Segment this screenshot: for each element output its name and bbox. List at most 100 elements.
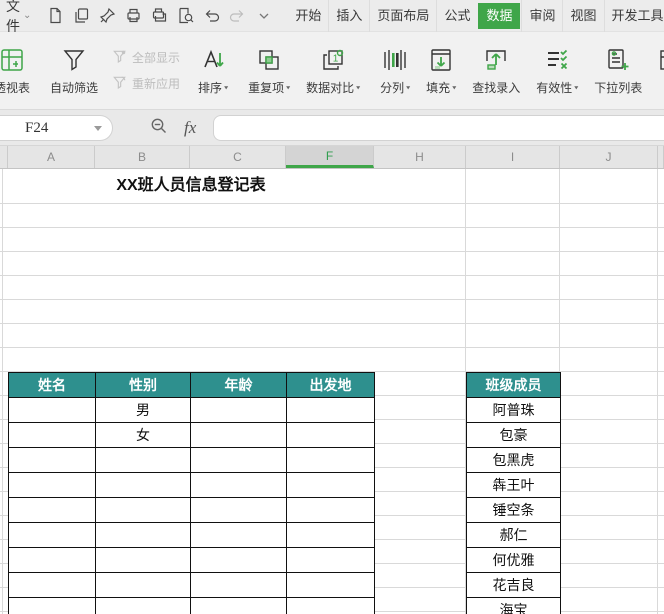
sheet-title-cell[interactable]: XX班人员信息登记表 <box>8 169 374 203</box>
cell[interactable] <box>286 572 375 598</box>
cell[interactable] <box>190 422 287 448</box>
tab-审阅[interactable]: 审阅 <box>521 0 562 32</box>
formula-input[interactable] <box>213 115 664 141</box>
cell[interactable] <box>95 472 191 498</box>
ribbon-button-下拉列表[interactable]: 下拉列表 <box>586 32 650 109</box>
cell[interactable] <box>95 597 191 614</box>
cell[interactable] <box>95 497 191 523</box>
header-cell[interactable]: 年龄 <box>190 372 287 398</box>
cell[interactable] <box>8 497 96 523</box>
ribbon-button-自动筛选[interactable]: 自动筛选 <box>42 32 106 109</box>
cell[interactable] <box>190 397 287 423</box>
cell[interactable] <box>8 397 96 423</box>
cell-name-box[interactable]: F24 <box>0 115 113 141</box>
cell[interactable] <box>286 397 375 423</box>
zoom-out-icon[interactable] <box>150 117 168 140</box>
v-gridline <box>657 169 658 614</box>
cell[interactable] <box>286 597 375 614</box>
tab-插入[interactable]: 插入 <box>328 0 369 32</box>
ribbon-button-重复项[interactable]: 重复项 ▾ <box>240 32 298 109</box>
ribbon-button-数据对比[interactable]: 1 数据对比 ▾ <box>298 32 368 109</box>
cell[interactable] <box>286 422 375 448</box>
roster-header-cell[interactable]: 班级成员 <box>466 372 561 398</box>
tab-页面布局[interactable]: 页面布局 <box>369 0 436 32</box>
cell[interactable] <box>95 547 191 573</box>
ribbon-button-重新应用[interactable]: 重新应用 <box>112 75 180 93</box>
cell[interactable] <box>95 447 191 473</box>
column-header-B[interactable]: B <box>95 146 190 168</box>
column-header-I[interactable]: I <box>466 146 560 168</box>
spreadsheet-grid: XX班人员信息登记表 姓名 性别 年龄 出发地男女 班级成员 阿普珠 包豪 包黑虎 犇王叶 锤空… <box>0 169 664 614</box>
cell[interactable] <box>286 497 375 523</box>
header-cell[interactable]: 出发地 <box>286 372 375 398</box>
cell[interactable]: 女 <box>95 422 191 448</box>
cell[interactable] <box>190 447 287 473</box>
cell[interactable] <box>8 422 96 448</box>
cell[interactable] <box>8 572 96 598</box>
roster-cell[interactable]: 海宝 <box>466 597 561 614</box>
cell[interactable] <box>286 547 375 573</box>
roster-cell[interactable]: 何优雅 <box>466 547 561 573</box>
ribbon-button-透视表[interactable]: 透视表 <box>0 32 38 109</box>
cell[interactable] <box>190 547 287 573</box>
cell[interactable]: 男 <box>95 397 191 423</box>
find-icon[interactable] <box>177 7 194 24</box>
v-gridline <box>2 169 3 614</box>
roster-cell[interactable]: 包黑虎 <box>466 447 561 473</box>
more-commands-icon[interactable] <box>255 7 272 24</box>
roster-cell[interactable]: 包豪 <box>466 422 561 448</box>
column-header-J[interactable]: J <box>560 146 658 168</box>
ribbon-button-分列[interactable]: 分列 ▾ <box>372 32 418 109</box>
roster-cell[interactable]: 花吉良 <box>466 572 561 598</box>
fx-icon[interactable]: fx <box>184 118 196 138</box>
cell[interactable] <box>8 472 96 498</box>
column-header-C[interactable]: C <box>190 146 286 168</box>
roster-cell[interactable]: 郝仁 <box>466 522 561 548</box>
cell[interactable] <box>8 547 96 573</box>
print-icon[interactable] <box>125 7 142 24</box>
new-file-icon[interactable] <box>47 7 64 24</box>
cell[interactable] <box>95 572 191 598</box>
cell[interactable] <box>190 472 287 498</box>
table-row: 女 <box>8 422 375 448</box>
header-cell[interactable]: 姓名 <box>8 372 96 398</box>
ribbon-button-合[interactable]: 合 <box>650 32 664 109</box>
pin-icon[interactable] <box>99 7 116 24</box>
column-header-A[interactable]: A <box>8 146 95 168</box>
cell[interactable] <box>8 597 96 614</box>
tab-视图[interactable]: 视图 <box>562 0 603 32</box>
undo-icon[interactable] <box>203 7 220 24</box>
table-row: 男 <box>8 397 375 423</box>
header-cell[interactable]: 性别 <box>95 372 191 398</box>
cell[interactable] <box>286 447 375 473</box>
tab-公式[interactable]: 公式 <box>436 0 477 32</box>
column-header-F[interactable]: F <box>286 146 374 168</box>
ribbon-button-查找录入[interactable]: 查找录入 <box>464 32 528 109</box>
cell[interactable] <box>190 597 287 614</box>
ribbon-button-label: 填充 <box>426 81 451 95</box>
roster-cell[interactable]: 阿普珠 <box>466 397 561 423</box>
cell[interactable] <box>8 447 96 473</box>
roster-cell[interactable]: 犇王叶 <box>466 472 561 498</box>
redo-icon[interactable] <box>229 7 246 24</box>
cell[interactable] <box>286 522 375 548</box>
tab-数据[interactable]: 数据 <box>478 2 521 29</box>
print-preview-icon[interactable] <box>151 7 168 24</box>
tab-开发工具[interactable]: 开发工具 <box>603 0 664 32</box>
cell[interactable] <box>8 522 96 548</box>
tab-开始[interactable]: 开始 <box>288 0 328 32</box>
cell[interactable] <box>190 522 287 548</box>
ribbon-button-有效性[interactable]: 有效性 ▾ <box>528 32 586 109</box>
cell[interactable] <box>190 572 287 598</box>
name-box-dropdown-icon[interactable] <box>94 126 102 131</box>
roster-cell[interactable]: 锤空条 <box>466 497 561 523</box>
column-header-H[interactable]: H <box>374 146 466 168</box>
ribbon-button-排序[interactable]: 排序 ▾ <box>190 32 236 109</box>
file-menu-button[interactable]: 文件 ⌄ <box>0 0 33 36</box>
cell[interactable] <box>95 522 191 548</box>
cell[interactable] <box>286 472 375 498</box>
ribbon-button-填充[interactable]: 填充 ▾ <box>418 32 464 109</box>
ribbon-button-全部显示[interactable]: 全部显示 <box>112 49 180 67</box>
copy-icon[interactable] <box>73 7 90 24</box>
cell[interactable] <box>190 497 287 523</box>
